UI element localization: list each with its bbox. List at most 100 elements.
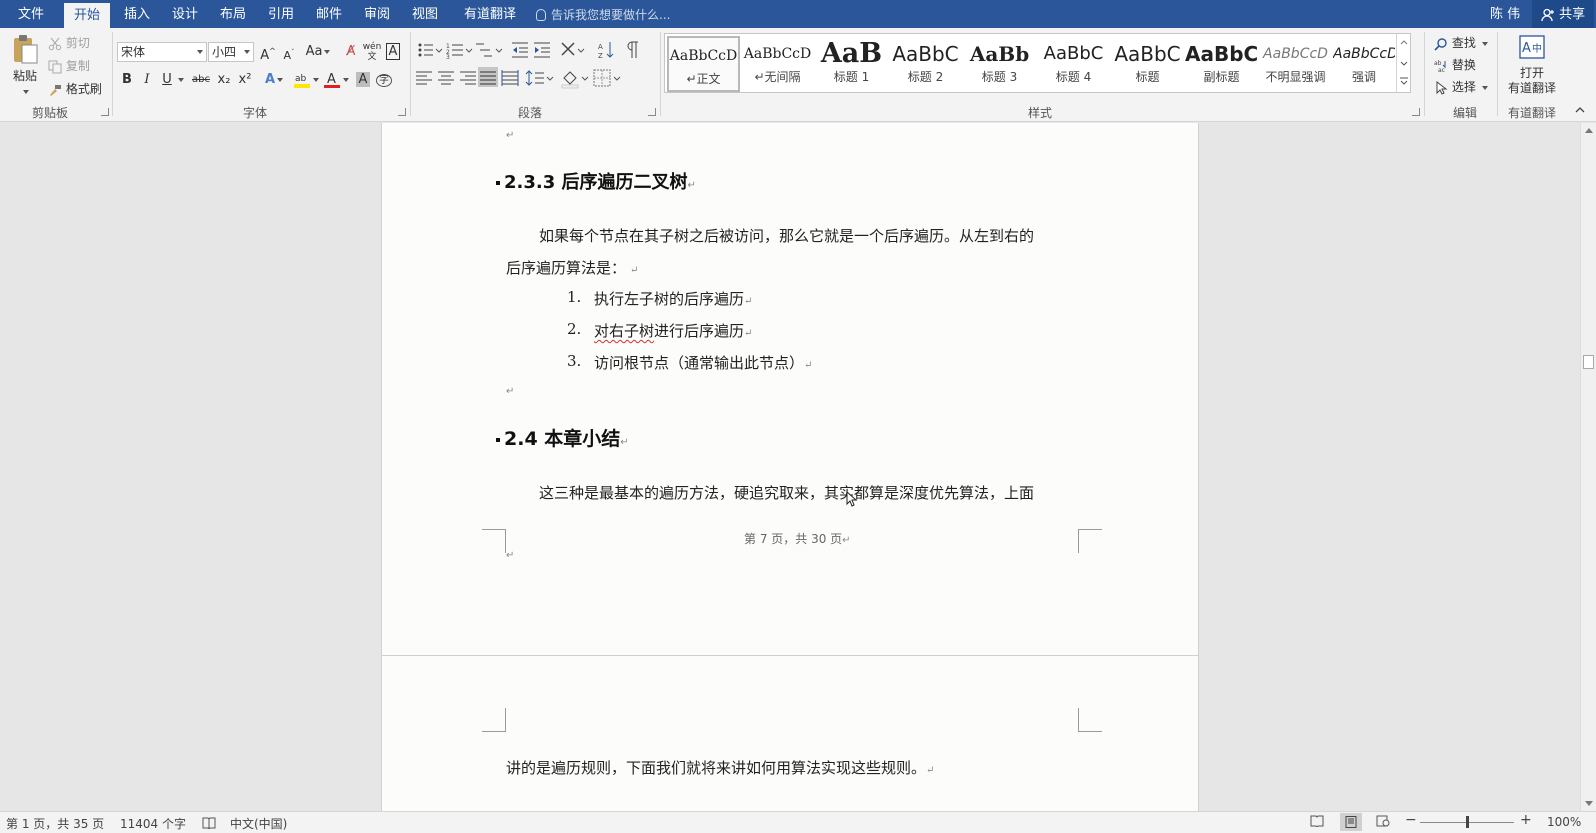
phonetic-guide-button[interactable]: wén 文 <box>362 42 382 62</box>
zoom-level[interactable]: 100% <box>1547 815 1581 829</box>
underline-button[interactable]: U <box>157 70 177 90</box>
tell-me-search[interactable]: 告诉我您想要做什么... <box>536 0 670 28</box>
grow-font-button[interactable]: A^ <box>258 42 278 63</box>
clipboard-launcher-icon[interactable] <box>101 108 109 116</box>
paragraph-group-label: 段落 <box>517 106 542 120</box>
paragraph-mark: ↵ <box>630 265 639 276</box>
list-item-2[interactable]: 对右子树进行后序遍历↵ <box>594 320 752 341</box>
replace-button[interactable]: ab ac 替换 <box>1434 56 1476 73</box>
open-youdao-line2: 有道翻译 <box>1507 81 1556 95</box>
user-name[interactable]: 陈 伟 <box>1490 0 1520 30</box>
list-item-3[interactable]: 访问根节点（通常输出此节点）↵ <box>594 352 812 373</box>
document-area[interactable]: ↵ 2.3.3 后序遍历二叉树↵ 如果每个节点在其子树之后被访问，那么它就是一个… <box>0 123 1580 811</box>
tab-view[interactable]: 视图 <box>402 0 448 28</box>
proofing-book-icon <box>202 817 216 829</box>
page-8[interactable]: 讲的是遍历规则，下面我们就将来讲如何用算法实现这些规则。↵ <box>381 655 1199 811</box>
svg-text:ac: ac <box>1438 67 1445 73</box>
tab-references[interactable]: 引用 <box>258 0 304 28</box>
style-name: 标题 <box>1135 70 1160 84</box>
group-separator <box>112 32 113 116</box>
font-launcher-icon[interactable] <box>398 108 406 116</box>
paragraph-mark: ↵ <box>620 437 629 448</box>
proofing-status[interactable] <box>202 815 216 829</box>
scroll-down-icon[interactable] <box>1585 801 1593 806</box>
tab-insert[interactable]: 插入 <box>114 0 160 28</box>
svg-text:A: A <box>327 72 336 87</box>
tab-review[interactable]: 审阅 <box>354 0 400 28</box>
subscript-button[interactable]: x₂ <box>214 70 234 90</box>
underline-dropdown-icon[interactable] <box>175 70 185 90</box>
status-bar: 第 1 页，共 35 页 11404 个字 中文(中国) − + 100% <box>0 811 1596 833</box>
font-name-select[interactable]: 宋体 <box>117 42 207 62</box>
share-button[interactable]: 共享 <box>1532 0 1594 28</box>
highlight-color-button[interactable]: ab <box>292 70 320 90</box>
change-case-button[interactable]: Aa <box>304 42 332 62</box>
styles-gallery-scroll[interactable] <box>1396 34 1410 92</box>
font-color-button[interactable]: A <box>322 70 350 90</box>
bold-button[interactable]: B <box>117 70 137 90</box>
bullets-icon <box>418 43 443 57</box>
style-subtle-emphasis[interactable]: AaBbCcD 不明显强调 <box>1259 36 1332 92</box>
style-title[interactable]: AaBbC 标题 <box>1111 36 1184 92</box>
paragraph-1-line-2[interactable]: 后序遍历算法是： ↵ <box>506 257 638 278</box>
paragraph-launcher-icon[interactable] <box>648 108 656 116</box>
strikethrough-button[interactable]: abc <box>189 70 213 90</box>
paragraph-2-line-1[interactable]: 这三种是最基本的遍历方法，硬追究取来，其实都算是深度优先算法，上面 <box>539 482 1034 503</box>
page-count[interactable]: 第 1 页，共 35 页 <box>6 815 104 832</box>
vertical-scrollbar[interactable] <box>1580 123 1596 811</box>
character-shading-button[interactable]: A <box>353 70 373 90</box>
clear-formatting-button[interactable]: A̸ <box>341 42 361 62</box>
style-subtitle[interactable]: AaBbC 副标题 <box>1185 36 1258 92</box>
print-layout-button[interactable] <box>1340 813 1362 831</box>
scroll-thumb[interactable] <box>1583 355 1594 369</box>
tab-layout[interactable]: 布局 <box>210 0 256 28</box>
format-painter-button[interactable]: 格式刷 <box>48 80 102 97</box>
read-mode-button[interactable] <box>1310 815 1324 830</box>
find-button[interactable]: 查找 <box>1434 34 1488 51</box>
tab-youdao[interactable]: 有道翻译 <box>456 0 524 28</box>
tab-file[interactable]: 文件 <box>6 0 56 28</box>
style-heading-4[interactable]: AaBbC 标题 4 <box>1037 36 1110 92</box>
zoom-slider-thumb[interactable] <box>1466 816 1469 828</box>
scissors-icon <box>48 37 62 50</box>
page-footer[interactable]: 第 7 页，共 30 页↵ <box>744 530 851 547</box>
web-layout-button[interactable] <box>1376 815 1390 830</box>
word-count[interactable]: 11404 个字 <box>120 815 186 832</box>
style-no-spacing[interactable]: AaBbCcD ↵无间隔 <box>741 36 814 92</box>
superscript-button[interactable]: x² <box>235 70 255 90</box>
spellcheck-underlined-text[interactable]: 对右子树 <box>594 322 654 340</box>
zoom-in-button[interactable]: + <box>1520 812 1532 828</box>
cut-button[interactable]: 剪切 <box>48 34 90 51</box>
text-effects-button[interactable]: A <box>264 70 284 90</box>
enclose-characters-button[interactable]: 字 <box>374 70 394 90</box>
list-item-1[interactable]: 执行左子树的后序遍历↵ <box>594 288 752 309</box>
select-button[interactable]: 选择 <box>1434 78 1488 95</box>
shrink-font-button[interactable]: Aˇ <box>279 42 299 62</box>
tab-mailings[interactable]: 邮件 <box>306 0 352 28</box>
style-normal[interactable]: AaBbCcD ↵正文 <box>667 36 740 92</box>
paragraph-2-line-2[interactable]: 讲的是遍历规则，下面我们就将来讲如何用算法实现这些规则。↵ <box>506 757 934 778</box>
zoom-out-button[interactable]: − <box>1405 812 1417 828</box>
style-heading-2[interactable]: AaBbC 标题 2 <box>889 36 962 92</box>
style-heading-1[interactable]: AaB 标题 1 <box>815 36 888 92</box>
tab-design[interactable]: 设计 <box>162 0 208 28</box>
italic-button[interactable]: I <box>137 70 157 90</box>
paragraph-1-line-1[interactable]: 如果每个节点在其子树之后被访问，那么它就是一个后序遍历。从左到右的 <box>539 225 1034 246</box>
character-border-button[interactable]: A <box>383 42 403 62</box>
heading-2-4[interactable]: 2.4 本章小结↵ <box>496 424 629 451</box>
paragraph-mark: ↵ <box>926 765 935 776</box>
paste-button[interactable]: 粘贴 <box>8 34 42 94</box>
paragraph-mark: ↵ <box>506 550 515 561</box>
style-heading-3[interactable]: AaBb 标题 3 <box>963 36 1036 92</box>
copy-button[interactable]: 复制 <box>48 57 90 74</box>
scroll-up-icon[interactable] <box>1585 128 1593 133</box>
style-emphasis[interactable]: AaBbCcD 强调 <box>1333 36 1395 92</box>
font-size-select[interactable]: 小四 <box>208 42 254 62</box>
tab-home[interactable]: 开始 <box>64 3 110 28</box>
collapse-ribbon-button[interactable] <box>1574 104 1586 118</box>
heading-2-3-3[interactable]: 2.3.3 后序遍历二叉树↵ <box>496 168 696 194</box>
list-item-1-number: 1. <box>567 288 582 306</box>
styles-launcher-icon[interactable] <box>1412 108 1420 116</box>
language-status[interactable]: 中文(中国) <box>230 815 287 832</box>
open-youdao-button[interactable]: A中 打开 有道翻译 <box>1502 34 1562 96</box>
